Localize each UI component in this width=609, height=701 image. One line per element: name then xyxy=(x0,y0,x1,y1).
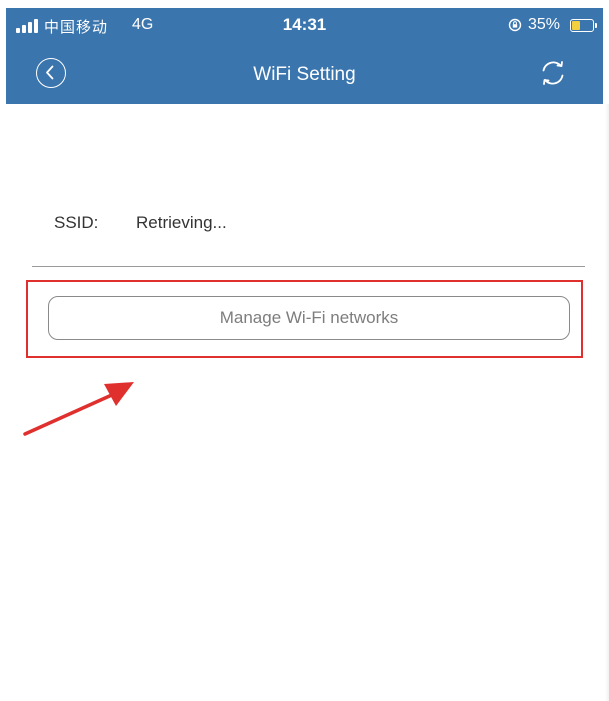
status-bar: 中国移动 4G 14:31 35% xyxy=(6,8,603,42)
page-title: WiFi Setting xyxy=(253,64,356,85)
manage-wifi-networks-button[interactable]: Manage Wi-Fi networks xyxy=(48,296,570,340)
edge-shadow xyxy=(605,104,609,701)
annotation-arrow-icon xyxy=(23,382,134,436)
battery-nub xyxy=(595,23,597,28)
app-header: 中国移动 4G 14:31 35% WiFi Setting xyxy=(6,8,603,104)
refresh-button[interactable] xyxy=(536,56,570,90)
orientation-lock-icon xyxy=(508,18,522,32)
ssid-value: Retrieving... xyxy=(136,213,227,232)
wifi-setting-screen: 中国移动 4G 14:31 35% WiFi Setting SSID: Ret… xyxy=(0,0,609,701)
divider xyxy=(32,266,585,267)
refresh-icon xyxy=(542,61,564,85)
ssid-row: SSID: Retrieving... xyxy=(54,213,227,233)
battery-icon xyxy=(570,19,594,32)
battery-level-fill xyxy=(572,21,580,30)
ssid-label: SSID: xyxy=(54,213,99,232)
battery-percent: 35% xyxy=(528,16,561,33)
nav-bar: WiFi Setting xyxy=(6,42,603,104)
